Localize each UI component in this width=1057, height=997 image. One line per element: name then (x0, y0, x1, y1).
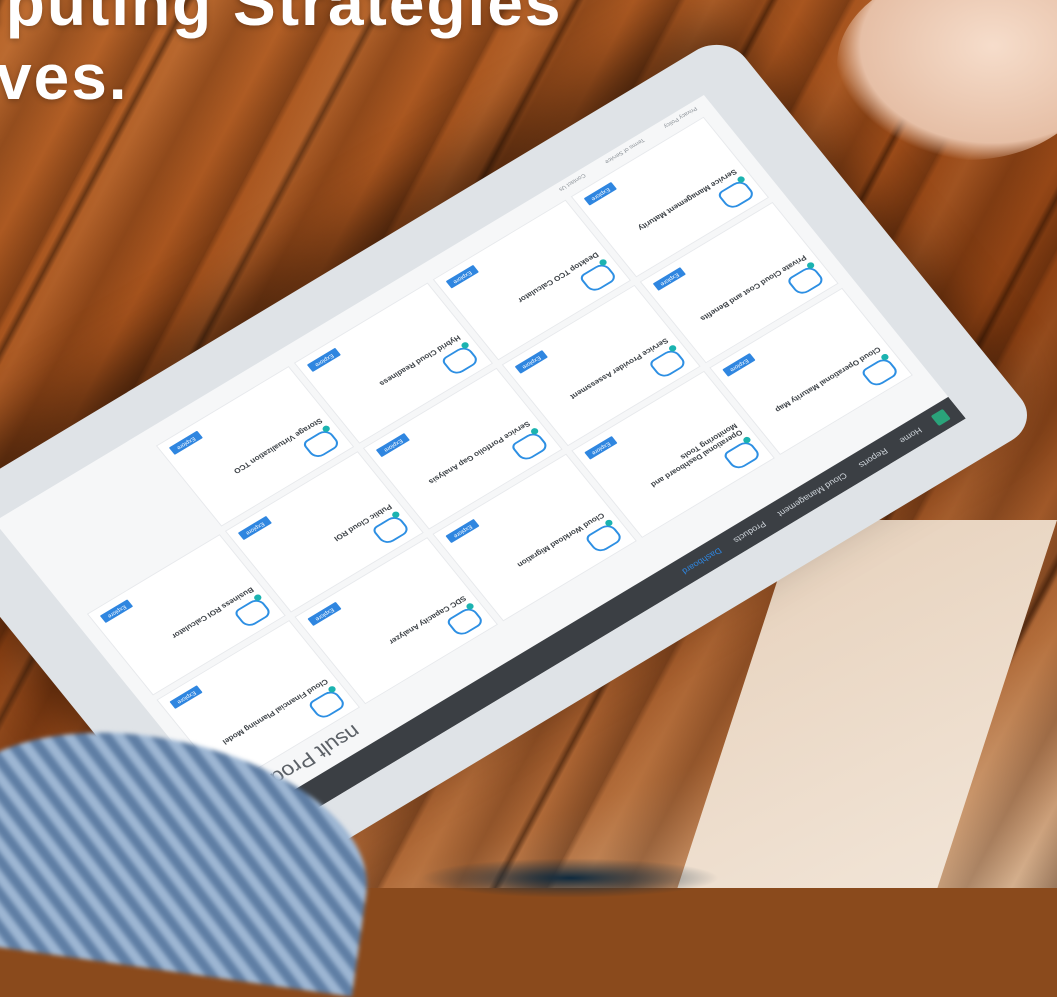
card-explore-button[interactable]: Explore (238, 516, 272, 541)
card-explore-button[interactable]: Explore (721, 352, 756, 377)
headline-line-1: iputing Strategies (0, 0, 563, 39)
nav-home[interactable]: Home (898, 426, 924, 446)
card-title: Operational Dashboard and Monitoring Too… (649, 421, 745, 489)
card-explore-button[interactable]: Explore (307, 347, 341, 372)
card-explore-button[interactable]: Explore (445, 518, 480, 543)
nav-products[interactable]: Products (732, 519, 768, 545)
card-explore-button[interactable]: Explore (514, 350, 549, 375)
nav-reports[interactable]: Reports (857, 446, 890, 469)
card-explore-button[interactable]: Explore (100, 599, 134, 624)
app-logo-icon (930, 408, 951, 427)
card-explore-button[interactable]: Explore (652, 267, 687, 292)
card-explore-button[interactable]: Explore (307, 601, 341, 626)
card-explore-button[interactable]: Explore (376, 433, 410, 458)
card-title: Cloud Operational Maturity Map (773, 345, 883, 414)
card-explore-button[interactable]: Explore (583, 435, 618, 460)
nav-dashboard[interactable]: Dashboard (680, 546, 724, 576)
card-explore-button[interactable]: Explore (169, 684, 203, 709)
nav-cloud-management[interactable]: Cloud Management (776, 471, 849, 519)
shadow-under-tablet (420, 858, 720, 898)
headline-line-2: ves. (0, 41, 129, 113)
card-explore-button[interactable]: Explore (583, 181, 618, 206)
card-explore-button[interactable]: Explore (445, 264, 479, 289)
card-explore-button[interactable]: Explore (169, 430, 203, 455)
card-title: SDC Capacity Analyzer (387, 594, 468, 646)
headline: iputing Strategies ves. (0, 0, 1057, 114)
card-title: Cloud Workload Migration (515, 511, 607, 569)
